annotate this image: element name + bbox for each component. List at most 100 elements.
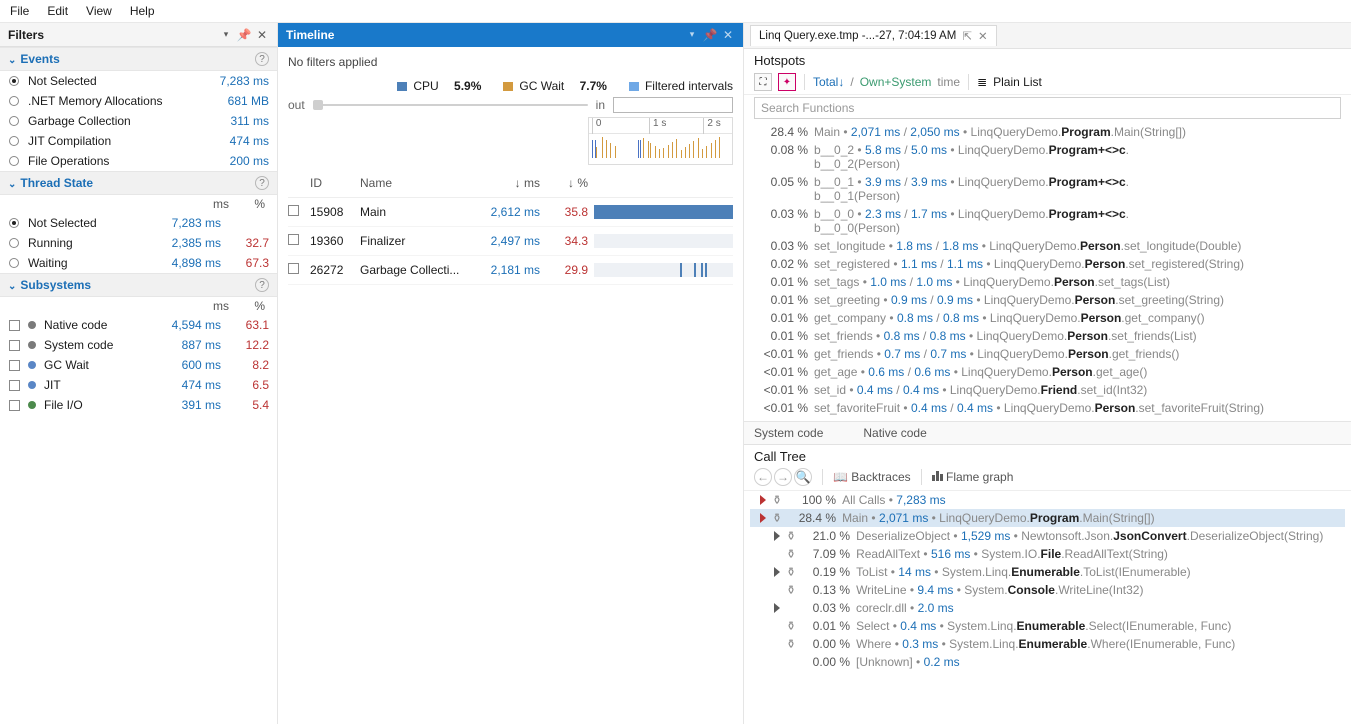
filter-subsystem[interactable]: JIT 474 ms 6.5 (0, 375, 277, 395)
filter-subsystem[interactable]: GC Wait 600 ms 8.2 (0, 355, 277, 375)
filter-event[interactable]: File Operations 200 ms (0, 151, 277, 171)
hotspot-row[interactable]: 0.01 % get_company • 0.8 ms / 0.8 ms • L… (754, 309, 1341, 327)
help-icon[interactable]: ? (255, 176, 269, 190)
radio-icon (9, 238, 19, 248)
calltree-row[interactable]: ⚱ 28.4 % Main • 2,071 ms • LinqQueryDemo… (750, 509, 1345, 527)
filter-subsystem[interactable]: Native code 4,594 ms 63.1 (0, 315, 277, 335)
menu-file[interactable]: File (10, 4, 29, 18)
hotspot-row[interactable]: <0.01 % set_favoriteFruit • 0.4 ms / 0.4… (754, 399, 1341, 417)
checkbox-icon[interactable] (288, 234, 299, 245)
menu-view[interactable]: View (86, 4, 112, 18)
section-events[interactable]: ⌄Events ? (0, 47, 277, 71)
filter-thread[interactable]: Not Selected 7,283 ms (0, 213, 277, 233)
expand-icon[interactable] (774, 531, 780, 541)
section-subsystems[interactable]: ⌄Subsystems ? (0, 273, 277, 297)
calltree-row[interactable]: ⚱ 0.19 % ToList • 14 ms • System.Linq.En… (750, 563, 1345, 581)
hotspot-row[interactable]: 0.01 % set_greeting • 0.9 ms / 0.9 ms • … (754, 291, 1341, 309)
toggle-icon[interactable]: ✦ (778, 73, 796, 91)
hotspot-row[interactable]: <0.01 % get_age • 0.6 ms / 0.6 ms • Linq… (754, 363, 1341, 381)
checkbox-icon[interactable] (9, 400, 20, 411)
checkbox-icon[interactable] (9, 320, 20, 331)
radio-icon (9, 156, 19, 166)
hotspot-text: get_friends • 0.7 ms / 0.7 ms • LinqQuer… (814, 347, 1341, 361)
calltree-text: ReadAllText • 516 ms • System.IO.File.Re… (856, 547, 1341, 561)
help-icon[interactable]: ? (255, 278, 269, 292)
hotspot-row[interactable]: 0.01 % set_friends • 0.8 ms / 0.8 ms • L… (754, 327, 1341, 345)
filter-label: JIT Compilation (28, 134, 199, 148)
filter-label: Not Selected (28, 216, 151, 230)
checkbox-icon[interactable] (288, 263, 299, 274)
nav-fwd-icon[interactable]: → (774, 468, 792, 486)
zoom-slider[interactable] (313, 100, 588, 110)
calltree-row[interactable]: ⚱ 100 % All Calls • 7,283 ms (750, 491, 1345, 509)
calltree-toolbar: ← → 🔍 📖 Backtraces Flame graph (744, 466, 1351, 491)
help-icon[interactable]: ? (255, 52, 269, 66)
calltree-row[interactable]: ⚱ 0.01 % Select • 0.4 ms • System.Linq.E… (750, 617, 1345, 635)
calltree-row[interactable]: ⚱ 0.00 % Where • 0.3 ms • System.Linq.En… (750, 635, 1345, 653)
pin-icon[interactable]: 📌 (703, 28, 717, 42)
thread-header: ms % (0, 195, 277, 213)
hotspot-row[interactable]: 0.05 % b__0_1 • 3.9 ms / 3.9 ms • LinqQu… (754, 173, 1341, 205)
calltree-row[interactable]: 0.00 % [Unknown] • 0.2 ms (750, 653, 1345, 671)
filter-subsystem[interactable]: System code 887 ms 12.2 (0, 335, 277, 355)
timeline-row[interactable]: 26272 Garbage Collecti... 2,181 ms 29.9 (288, 256, 733, 285)
sort-own[interactable]: Own+System (860, 75, 932, 89)
radio-icon (9, 116, 19, 126)
checkbox-icon[interactable] (9, 360, 20, 371)
hotspot-row[interactable]: 0.01 % set_tags • 1.0 ms / 1.0 ms • Linq… (754, 273, 1341, 291)
search-input[interactable]: Search Functions (754, 97, 1341, 119)
hotspot-row[interactable]: 28.4 % Main • 2,071 ms / 2,050 ms • Linq… (754, 123, 1341, 141)
menu-help[interactable]: Help (130, 4, 155, 18)
hotspot-text: get_age • 0.6 ms / 0.6 ms • LinqQueryDem… (814, 365, 1341, 379)
timeline-row[interactable]: 15908 Main 2,612 ms 35.8 (288, 198, 733, 227)
close-icon[interactable]: ✕ (721, 28, 735, 42)
hotspot-row[interactable]: 0.02 % set_registered • 1.1 ms / 1.1 ms … (754, 255, 1341, 273)
pin-icon[interactable]: 📌 (237, 28, 251, 42)
checkbox-icon[interactable] (288, 205, 299, 216)
expand-icon[interactable] (774, 603, 780, 613)
hotspot-row[interactable]: <0.01 % set_id • 0.4 ms / 0.4 ms • LinqQ… (754, 381, 1341, 399)
timeline-row[interactable]: 19360 Finalizer 2,497 ms 34.3 (288, 227, 733, 256)
hotspot-row[interactable]: 0.03 % set_longitude • 1.8 ms / 1.8 ms •… (754, 237, 1341, 255)
filter-event[interactable]: .NET Memory Allocations 681 MB (0, 91, 277, 111)
section-thread-state[interactable]: ⌄Thread State ? (0, 171, 277, 195)
filter-event[interactable]: JIT Compilation 474 ms (0, 131, 277, 151)
pin-icon[interactable]: ⇱ (962, 29, 972, 43)
panel-menu-icon[interactable]: ▾ (685, 28, 699, 42)
filter-thread[interactable]: Waiting 4,898 ms 67.3 (0, 253, 277, 273)
menu-edit[interactable]: Edit (47, 4, 68, 18)
plain-list-button[interactable]: ≣Plain List (977, 75, 1042, 89)
hotspot-row[interactable]: 0.03 % b__0_0 • 2.3 ms / 1.7 ms • LinqQu… (754, 205, 1341, 237)
calltree-row[interactable]: ⚱ 7.09 % ReadAllText • 516 ms • System.I… (750, 545, 1345, 563)
expand-icon[interactable] (774, 567, 780, 577)
tab-snapshot[interactable]: Linq Query.exe.tmp -...-27, 7:04:19 AM ⇱… (750, 25, 997, 46)
checkbox-icon[interactable] (9, 340, 20, 351)
calltree-row[interactable]: ⚱ 0.13 % WriteLine • 9.4 ms • System.Con… (750, 581, 1345, 599)
search-icon[interactable]: 🔍 (794, 468, 812, 486)
timeline-overview[interactable]: 0 1 s 2 s (588, 117, 733, 165)
panel-menu-icon[interactable]: ▾ (219, 28, 233, 42)
expand-icon[interactable] (760, 513, 766, 523)
expand-all-icon[interactable]: ⛶ (754, 73, 772, 91)
zoom-input[interactable] (613, 97, 733, 113)
expand-icon[interactable] (760, 495, 766, 505)
hotspot-row[interactable]: 0.08 % b__0_2 • 5.8 ms / 5.0 ms • LinqQu… (754, 141, 1341, 173)
close-icon[interactable]: ✕ (978, 29, 988, 43)
checkbox-icon[interactable] (9, 380, 20, 391)
backtraces-button[interactable]: 📖 Backtraces (833, 470, 911, 484)
hotspot-row[interactable]: <0.01 % get_friends • 0.7 ms / 0.7 ms • … (754, 345, 1341, 363)
nav-back-icon[interactable]: ← (754, 468, 772, 486)
filter-event[interactable]: Garbage Collection 311 ms (0, 111, 277, 131)
flame-graph-button[interactable]: Flame graph (932, 470, 1014, 484)
filter-subsystem[interactable]: File I/O 391 ms 5.4 (0, 395, 277, 415)
calltree-row[interactable]: ⚱ 21.0 % DeserializeObject • 1,529 ms • … (750, 527, 1345, 545)
close-icon[interactable]: ✕ (255, 28, 269, 42)
calltree-text: Where • 0.3 ms • System.Linq.Enumerable.… (856, 637, 1341, 651)
filter-event[interactable]: Not Selected 7,283 ms (0, 71, 277, 91)
hotspot-text: set_longitude • 1.8 ms / 1.8 ms • LinqQu… (814, 239, 1341, 253)
thread-id: 19360 (310, 234, 354, 248)
filter-ms: 887 ms (159, 338, 221, 352)
sort-total[interactable]: Total↓ (813, 75, 844, 89)
calltree-row[interactable]: 0.03 % coreclr.dll • 2.0 ms (750, 599, 1345, 617)
filter-thread[interactable]: Running 2,385 ms 32.7 (0, 233, 277, 253)
